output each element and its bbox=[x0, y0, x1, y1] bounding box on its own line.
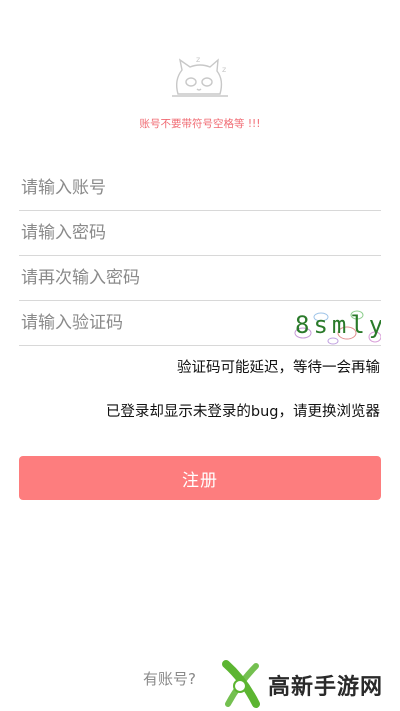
account-input[interactable] bbox=[19, 166, 383, 210]
captcha-text: 8smly bbox=[295, 311, 381, 339]
site-watermark: 高新手游网 bbox=[218, 660, 383, 710]
svg-text:z: z bbox=[196, 55, 200, 64]
have-account-link[interactable]: 有账号? bbox=[143, 668, 196, 689]
captcha-input[interactable] bbox=[19, 301, 271, 345]
confirm-password-field[interactable] bbox=[19, 256, 383, 301]
watermark-text: 高新手游网 bbox=[268, 675, 384, 700]
register-button[interactable]: 注册 bbox=[19, 456, 381, 500]
svg-text:z: z bbox=[222, 65, 226, 74]
account-field[interactable] bbox=[19, 166, 383, 211]
password-field[interactable] bbox=[19, 211, 383, 256]
captcha-field[interactable]: 8smly bbox=[19, 301, 381, 346]
captcha-delay-note: 验证码可能延迟，等待一会再输 bbox=[177, 360, 380, 376]
mascot-icon: z z bbox=[172, 55, 228, 97]
bug-notice: 已登录却显示未登录的bug，请更换浏览器 bbox=[105, 404, 380, 420]
account-format-hint: 账号不要带符号空格等 !!! bbox=[139, 118, 261, 130]
password-input[interactable] bbox=[19, 211, 383, 255]
confirm-password-input[interactable] bbox=[19, 256, 383, 300]
gaoxin-logo-icon bbox=[222, 660, 260, 708]
captcha-image[interactable]: 8smly bbox=[289, 303, 381, 345]
